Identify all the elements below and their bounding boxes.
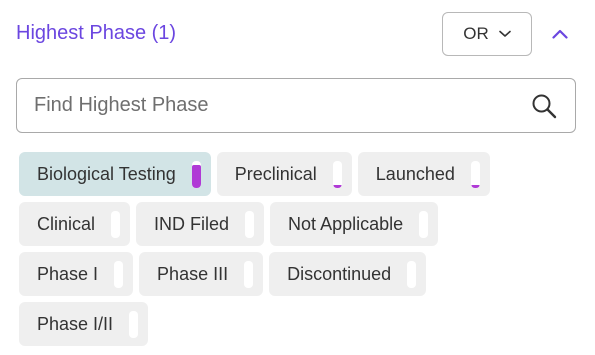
chip-count-bar [244,260,254,288]
chip-count-bar [245,210,255,238]
operator-dropdown[interactable]: OR [442,12,532,56]
chip-row: Phase I Phase III Discontinued [19,252,579,296]
chip-count-bar [114,260,124,288]
chip-count-bar [407,260,417,288]
chip-label: Biological Testing [37,163,176,184]
chip-label: Clinical [37,213,96,234]
chip-label: Phase I [37,263,99,284]
chip-count-fill [470,185,480,188]
search-field [16,78,576,133]
chip-label: Launched [375,163,455,184]
chip-not-applicable[interactable]: Not Applicable [270,202,439,246]
chevron-down-icon [498,30,511,38]
chip-label: IND Filed [154,213,230,234]
chip-phase-i[interactable]: Phase I [19,252,134,296]
chip-launched[interactable]: Launched [357,152,490,196]
chip-row: Clinical IND Filed Not Applicable [19,202,579,246]
collapse-button[interactable] [548,22,572,46]
chip-label: Preclinical [234,163,317,184]
chip-label: Discontinued [287,263,392,284]
chip-ind-filed[interactable]: IND Filed [136,202,265,246]
chip-count-fill [332,185,342,188]
chip-preclinical[interactable]: Preclinical [216,152,352,196]
filter-title[interactable]: Highest Phase (1) [16,22,176,45]
chip-count-bar [419,210,429,238]
chip-count-fill [191,164,201,188]
phase-chip-list: Biological Testing Preclinical Launched … [19,152,579,352]
chip-label: Phase I/II [37,313,114,334]
search-input[interactable] [17,79,530,132]
chip-count-bar [470,160,480,188]
chevron-up-icon [552,29,568,39]
filter-header: Highest Phase (1) OR [16,12,582,57]
chip-phase-i-ii[interactable]: Phase I/II [19,302,149,346]
operator-label: OR [463,24,489,43]
chip-count-bar [191,160,201,188]
chip-discontinued[interactable]: Discontinued [269,252,427,296]
chip-biological-testing[interactable]: Biological Testing [19,152,211,196]
chip-count-bar [332,160,342,188]
chip-label: Phase III [157,263,229,284]
chip-count-bar [111,210,121,238]
chip-row: Phase I/II [19,302,579,346]
chip-count-bar [129,310,139,338]
chip-phase-iii[interactable]: Phase III [139,252,264,296]
search-icon[interactable] [530,92,558,120]
chip-label: Not Applicable [288,213,404,234]
chip-row: Biological Testing Preclinical Launched [19,152,579,196]
chip-clinical[interactable]: Clinical [19,202,131,246]
